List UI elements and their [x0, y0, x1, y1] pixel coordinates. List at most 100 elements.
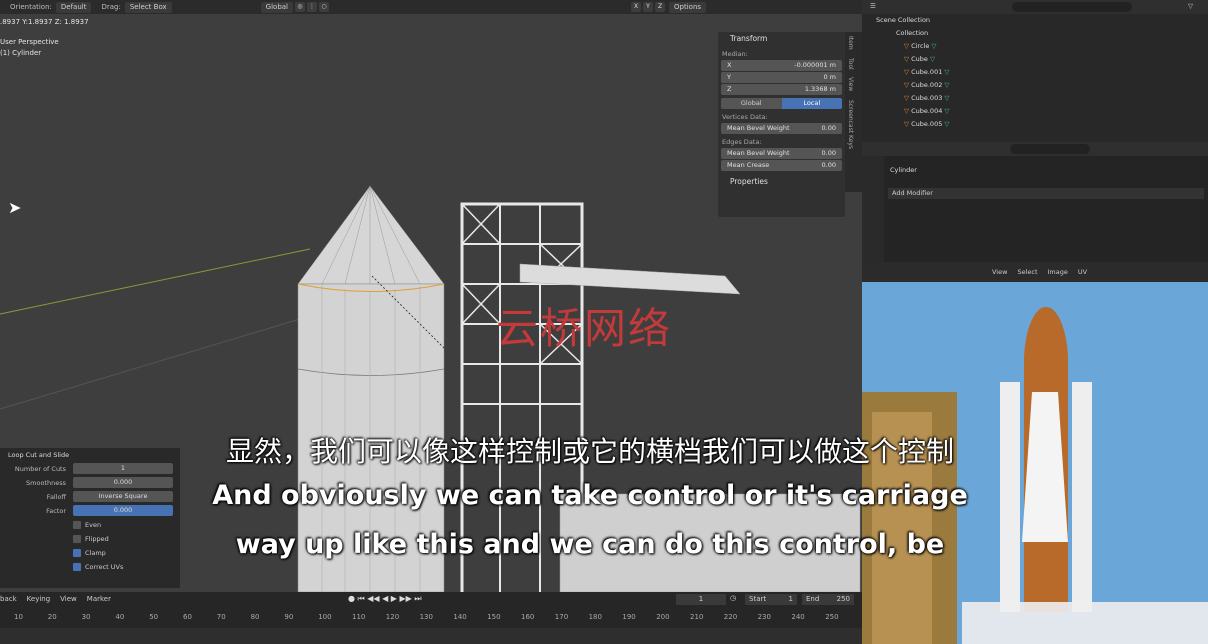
outliner-item-label: Cube.004	[911, 107, 943, 115]
tab-item[interactable]: Item	[845, 32, 856, 54]
field-label: Start	[749, 595, 767, 603]
outliner-item[interactable]: ▽ Cube.004 ▽	[862, 105, 1208, 118]
properties-header[interactable]: Properties	[718, 175, 845, 189]
correct-uvs-row: Correct UVs	[0, 560, 180, 574]
local-toggle[interactable]: Local	[781, 98, 842, 109]
viewport-header: Orientation: Default Drag: Select Box Gl…	[0, 0, 862, 14]
outliner-item-label: Cube.003	[911, 94, 943, 102]
frame-tick-label: 200	[656, 613, 670, 621]
median-z-field[interactable]: Z 1.3368 m	[721, 84, 842, 95]
checkbox-label: Correct UVs	[85, 563, 124, 571]
edge-crease-field[interactable]: Mean Crease 0.00	[721, 160, 842, 171]
playback-controls[interactable]: ● ⏮ ◀◀ ◀ ▶ ▶▶ ⏭	[348, 594, 422, 604]
outliner-item-label: Cube.005	[911, 120, 943, 128]
field-value: 250	[836, 595, 850, 603]
outliner: ☰ ▽ Scene Collection Collection ▽ Circle…	[862, 0, 1208, 142]
frame-tick-label: 30	[81, 613, 91, 621]
display-mode-icon[interactable]: ☰	[870, 2, 876, 10]
menu-uv[interactable]: UV	[1078, 268, 1087, 276]
tab-screencast-keys[interactable]: Screencast Keys	[845, 96, 856, 153]
frame-ruler[interactable]: 10 20 30 40 50 60 70 80 90 100 110 120 130 140 150 160 1…	[0, 613, 862, 625]
drag-dropdown[interactable]: Select Box	[124, 1, 172, 13]
outliner-item[interactable]: ▽ Cube.002 ▽	[862, 79, 1208, 92]
outliner-search-input[interactable]	[1012, 2, 1132, 12]
orientation-dropdown[interactable]: Default	[55, 1, 92, 13]
outliner-item[interactable]: ▽ Cube ▽	[862, 53, 1208, 66]
median-y-field[interactable]: Y 0 m	[721, 72, 842, 83]
snap-icon[interactable]: ⋮	[307, 2, 318, 12]
axis-x-toggle[interactable]: X	[631, 2, 642, 12]
options-dropdown[interactable]: Options	[669, 1, 707, 13]
modifier-object-name: Cylinder	[890, 166, 917, 174]
end-frame-field[interactable]: End 250	[802, 594, 854, 605]
axis-label: X	[727, 61, 732, 69]
mesh-data-icon: ▽	[942, 68, 950, 76]
menu-select[interactable]: Select	[1017, 268, 1037, 276]
menu-playback[interactable]: back	[0, 595, 17, 603]
median-z-value: 1.3368 m	[804, 85, 836, 93]
tab-tool[interactable]: Tool	[845, 54, 856, 74]
edges-data-label: Edges Data:	[722, 138, 762, 146]
filter-icon[interactable]: ▽	[1188, 2, 1193, 10]
frame-tick-label: 240	[791, 613, 805, 621]
collection-row[interactable]: Collection	[862, 27, 1208, 40]
vertex-bevel-weight-field[interactable]: Mean Bevel Weight 0.00	[721, 123, 842, 134]
scene-collection-row[interactable]: Scene Collection	[862, 14, 1208, 27]
collection-label: Collection	[896, 29, 929, 37]
transform-header[interactable]: Transform	[718, 32, 845, 46]
start-frame-field[interactable]: Start 1	[745, 594, 797, 605]
image-editor-header: View Select Image UV	[862, 262, 1208, 282]
timeline-track[interactable]	[0, 628, 862, 644]
even-checkbox[interactable]	[73, 521, 81, 529]
menu-image[interactable]: Image	[1048, 268, 1068, 276]
outliner-item[interactable]: ▽ Circle ▽	[862, 40, 1208, 53]
correct-uvs-checkbox[interactable]	[73, 563, 81, 571]
blender-window: Orientation: Default Drag: Select Box Gl…	[0, 0, 1208, 644]
properties-search-input[interactable]	[1010, 144, 1090, 154]
subtitle-english-line2: way up like this and we can do this cont…	[235, 529, 945, 560]
outliner-item-label: Cube.001	[911, 68, 943, 76]
frame-tick-label: 10	[14, 613, 23, 621]
axis-y-toggle[interactable]: Y	[643, 2, 654, 12]
frame-tick-label: 150	[487, 613, 501, 621]
transform-space-dropdown[interactable]: Global	[260, 1, 294, 13]
frame-tick-label: 110	[352, 613, 366, 621]
mesh-data-icon: ▽	[942, 107, 950, 115]
median-x-field[interactable]: X -0.000001 m	[721, 60, 842, 71]
global-toggle[interactable]: Global	[721, 98, 782, 109]
frame-tick-label: 100	[318, 613, 332, 621]
mesh-data-icon: ▽	[942, 81, 950, 89]
add-modifier-button[interactable]: Add Modifier	[888, 188, 1204, 199]
menu-view[interactable]: View	[60, 595, 77, 603]
median-label: Median:	[722, 50, 748, 58]
outliner-item-label: Cube.002	[911, 81, 943, 89]
properties-tabs[interactable]	[862, 156, 884, 262]
outliner-header: ☰ ▽	[862, 0, 1208, 14]
outliner-item[interactable]: ▽ Cube.003 ▽	[862, 92, 1208, 105]
properties-header	[862, 142, 1208, 156]
clock-icon: ◷	[730, 594, 737, 602]
frame-tick-label: 180	[588, 613, 602, 621]
axis-z-toggle[interactable]: Z	[655, 2, 666, 12]
field-value: 0.00	[821, 124, 836, 132]
menu-marker[interactable]: Marker	[87, 595, 111, 603]
proportional-edit-icon[interactable]: ○	[319, 2, 330, 12]
vertices-data-label: Vertices Data:	[722, 113, 768, 121]
outliner-item[interactable]: ▽ Cube.005 ▽	[862, 118, 1208, 131]
timeline: back Keying View Marker ● ⏮ ◀◀ ◀ ▶ ▶▶ ⏭ …	[0, 592, 862, 644]
outliner-items: ▽ Circle ▽ ▽ Cube ▽ ▽ Cube.001 ▽ ▽ Cube.002…	[862, 40, 1208, 131]
tab-view[interactable]: View	[845, 73, 856, 95]
timeline-menus: back Keying View Marker	[0, 595, 111, 603]
median-y-value: 0 m	[823, 73, 836, 81]
current-frame-field[interactable]: 1	[676, 594, 726, 605]
sidebar-transform-panel: Transform Median: X -0.000001 m Y 0 m Z 1.3…	[718, 32, 845, 217]
edge-bevel-weight-field[interactable]: Mean Bevel Weight 0.00	[721, 148, 842, 159]
menu-view[interactable]: View	[992, 268, 1007, 276]
pivot-icon[interactable]: ◎	[295, 2, 306, 12]
frame-tick-label: 140	[453, 613, 467, 621]
menu-keying[interactable]: Keying	[27, 595, 51, 603]
outliner-item[interactable]: ▽ Cube.001 ▽	[862, 66, 1208, 79]
subtitle-chinese: 显然，我们可以像这样控制或它的横档我们可以做这个控制	[225, 435, 954, 468]
watermark: 云桥网络	[496, 304, 673, 353]
scene-collection-label: Scene Collection	[876, 16, 931, 24]
